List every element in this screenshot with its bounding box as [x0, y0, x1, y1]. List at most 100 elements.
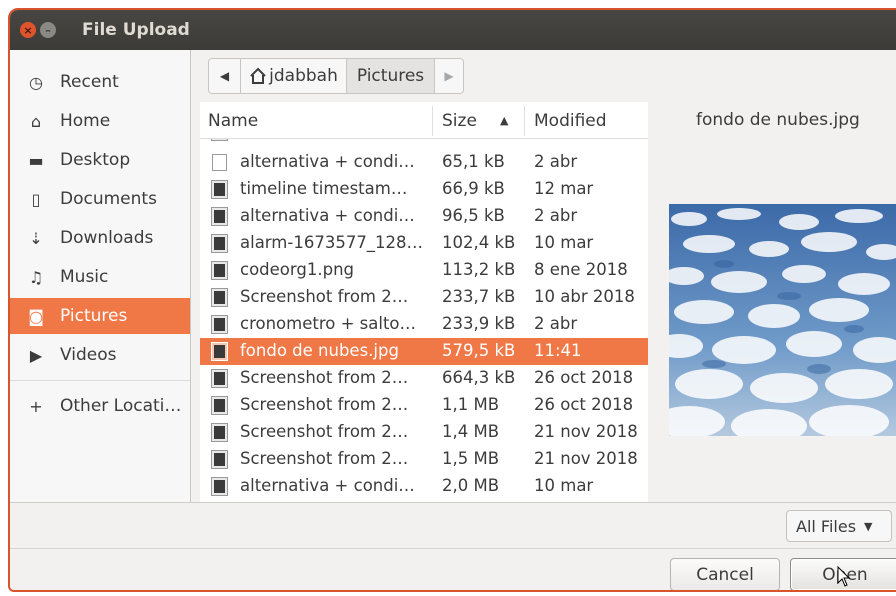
camera-icon: ◙ [28, 306, 44, 326]
file-size: 65,1 kB [442, 152, 505, 171]
file-name: cronometro + salto… [240, 314, 417, 333]
file-modified: 10 mar [534, 476, 594, 495]
table-row[interactable]: Screenshot from 2… 1,1 MB 26 oct 2018 [200, 392, 648, 419]
file-modified: 21 nov 2018 [534, 422, 638, 441]
file-modified: 11:41 [534, 341, 582, 360]
file-size: 664,3 kB [442, 368, 516, 387]
file-modified: 12 mar [534, 179, 594, 198]
file-list[interactable]: Name Size ▲ Modified alternativa + condi… [200, 102, 648, 502]
file-modified: 8 ene 2018 [534, 260, 628, 279]
file-size: 113,2 kB [442, 260, 516, 279]
path-home-label: jdabbah [269, 66, 338, 86]
column-header-size[interactable]: Size [442, 102, 477, 138]
table-row[interactable]: alternativa + condi… 2,0 MB 10 mar [200, 473, 648, 500]
sidebar-item-desktop[interactable]: ▬ Desktop [10, 142, 190, 178]
file-size: 233,7 kB [442, 287, 516, 306]
table-row[interactable]: alarm-1673577_128… 102,4 kB 10 mar [200, 230, 648, 257]
sidebar-item-recent[interactable]: ◷ Recent [10, 64, 190, 100]
file-size: 102,4 kB [442, 233, 516, 252]
image-file-icon [211, 180, 228, 199]
title-bar: × – File Upload [10, 10, 896, 50]
column-header-row: Name Size ▲ Modified [200, 102, 648, 139]
file-name: Screenshot from 2… [240, 422, 409, 441]
file-name: codeorg1.png [240, 260, 355, 279]
image-file-icon [211, 234, 228, 253]
sidebar-item-music[interactable]: ♫ Music [10, 259, 190, 295]
folder-icon: ▬ [28, 150, 44, 170]
file-filter-dropdown[interactable]: All Files ▼ [786, 510, 892, 542]
table-row[interactable]: Screenshot from 2… 1,5 MB 21 nov 2018 [200, 446, 648, 473]
table-row[interactable]: Screenshot from 2… 233,7 kB 10 abr 2018 [200, 284, 648, 311]
table-row[interactable]: cronometro + salto… 233,9 kB 2 abr [200, 311, 648, 338]
file-modified: 21 nov 2018 [534, 449, 638, 468]
file-name: alarm-1673577_128… [240, 233, 424, 252]
table-row[interactable] [200, 139, 648, 149]
sidebar-item-pictures[interactable]: ◙ Pictures [10, 298, 190, 334]
sidebar-item-documents[interactable]: ▯ Documents [10, 181, 190, 217]
image-file-icon [211, 423, 228, 442]
file-name: Screenshot from 2… [240, 368, 409, 387]
sidebar-item-label: Music [60, 267, 109, 287]
sidebar-item-downloads[interactable]: ⇣ Downloads [10, 220, 190, 256]
minimize-window-button[interactable]: – [40, 22, 56, 38]
table-row[interactable]: timeline timestam… 66,9 kB 12 mar [200, 176, 648, 203]
file-name: Screenshot from 2… [240, 449, 409, 468]
document-icon: ▯ [31, 189, 41, 209]
sidebar-item-home[interactable]: ⌂ Home [10, 103, 190, 139]
table-row[interactable]: alternativa + condi… 65,1 kB 2 abr [200, 149, 648, 176]
table-row[interactable]: alternativa + condi… 96,5 kB 2 abr [200, 203, 648, 230]
places-sidebar: ◷ Recent ⌂ Home ▬ Desktop ▯ Documents ⇣ … [10, 50, 191, 502]
path-home-button[interactable]: jdabbah [241, 59, 347, 93]
file-name: alternativa + condi… [240, 152, 415, 171]
image-file-icon [211, 369, 228, 388]
sidebar-item-videos[interactable]: ▶ Videos [10, 337, 190, 373]
file-size: 66,9 kB [442, 179, 505, 198]
file-name: Screenshot from 2… [240, 287, 409, 306]
file-rows: alternativa + condi… 65,1 kB 2 abr timel… [200, 139, 648, 502]
file-name: Screenshot from 2… [240, 395, 409, 414]
sidebar-divider [10, 380, 190, 381]
image-file-icon [211, 396, 228, 415]
column-divider [524, 106, 525, 136]
sidebar-item-label: Downloads [60, 228, 154, 248]
path-pictures-button[interactable]: Pictures [347, 59, 435, 93]
file-modified: 26 oct 2018 [534, 368, 634, 387]
sidebar-item-label: Desktop [60, 150, 131, 170]
file-name: alternativa + condi… [240, 206, 415, 225]
table-row[interactable]: codeorg1.png 113,2 kB 8 ene 2018 [200, 257, 648, 284]
path-forward-button[interactable]: ▶ [435, 59, 463, 93]
file-name: timeline timestam… [240, 179, 408, 198]
cancel-button[interactable]: Cancel [670, 558, 780, 590]
column-divider [432, 106, 433, 136]
file-name: alternativa + condi… [240, 476, 415, 495]
preview-filename: fondo de nubes.jpg [696, 110, 860, 130]
close-window-button[interactable]: × [20, 22, 36, 38]
column-header-name[interactable]: Name [208, 102, 258, 138]
clouds-image [669, 204, 896, 436]
mouse-cursor-icon [837, 566, 851, 587]
filter-label: All Files [796, 516, 857, 536]
download-icon: ⇣ [29, 228, 43, 248]
image-file-icon [211, 261, 228, 280]
table-row[interactable]: Screenshot from 2… 664,3 kB 26 oct 2018 [200, 365, 648, 392]
footer-divider [10, 548, 896, 549]
file-size: 2,0 MB [442, 476, 500, 495]
path-bar: ◀ jdabbah Pictures ▶ [208, 58, 464, 94]
table-row-selected[interactable]: fondo de nubes.jpg 579,5 kB 11:41 [200, 338, 648, 365]
column-header-modified[interactable]: Modified [534, 102, 607, 138]
image-file-icon [211, 450, 228, 469]
file-modified: 2 abr [534, 314, 578, 333]
image-file-icon [211, 139, 228, 141]
image-file-icon [211, 477, 228, 496]
file-size: 1,4 MB [442, 422, 500, 441]
sidebar-item-label: Documents [60, 189, 157, 209]
file-upload-dialog: × – File Upload ◷ Recent ⌂ Home ▬ Deskto… [8, 8, 896, 592]
window-title: File Upload [82, 20, 190, 40]
music-icon: ♫ [28, 267, 44, 287]
path-back-button[interactable]: ◀ [209, 59, 241, 93]
file-modified: 2 abr [534, 152, 578, 171]
file-size: 1,5 MB [442, 449, 500, 468]
home-icon [250, 67, 266, 84]
sidebar-item-other-locations[interactable]: + Other Locati… [10, 388, 190, 424]
table-row[interactable]: Screenshot from 2… 1,4 MB 21 nov 2018 [200, 419, 648, 446]
